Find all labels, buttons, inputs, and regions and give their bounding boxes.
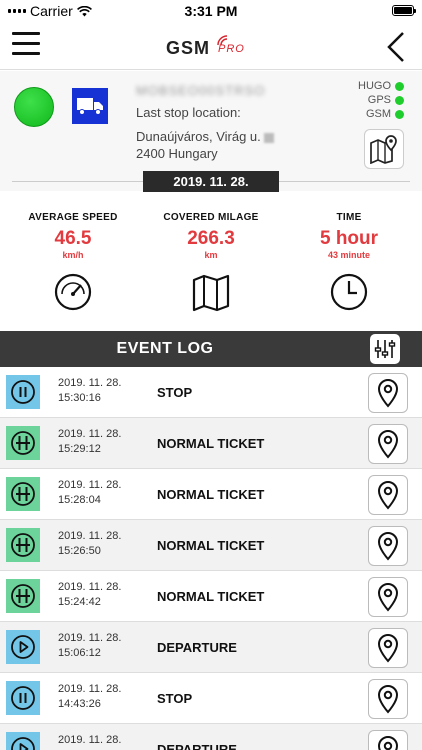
hamburger-icon [12, 32, 40, 35]
event-row[interactable]: 2019. 11. 28. 15:26:50 NORMAL TICKET [0, 520, 422, 571]
clock: 3:31 PM [184, 3, 238, 19]
event-row[interactable]: 2019. 11. 28. 15:30:16 STOP [0, 367, 422, 418]
indicator-gsm: GSM [358, 107, 404, 121]
back-button[interactable] [386, 32, 406, 62]
location-pin-icon [377, 480, 399, 510]
divider-left [12, 181, 143, 182]
chevron-left-icon [387, 32, 404, 62]
nav-bar: GSM PRO [0, 22, 422, 70]
stat-label: COVERED MILAGE [163, 212, 259, 223]
location-pin-icon [377, 531, 399, 561]
event-timestamp: 2019. 11. 28. 15:26:50 [58, 530, 122, 557]
play-icon [6, 732, 40, 750]
filter-button[interactable] [370, 334, 400, 364]
location-pin-icon [377, 429, 399, 459]
map-icon [192, 274, 230, 312]
stat-label: TIME [336, 212, 362, 223]
event-log-header: EVENT LOG [0, 331, 422, 367]
map-pin-icon [370, 135, 397, 164]
battery-icon [392, 5, 416, 16]
event-location-button[interactable] [368, 577, 408, 617]
event-name: DEPARTURE [157, 640, 237, 655]
event-location-button[interactable] [368, 373, 408, 413]
event-timestamp: 2019. 11. 28. 15:29:12 [58, 428, 122, 455]
event-name: NORMAL TICKET [157, 487, 265, 502]
date-selector[interactable]: 2019. 11. 28. [143, 171, 279, 192]
stat-label: AVERAGE SPEED [28, 212, 118, 223]
event-row[interactable]: 2019. 11. 28. DEPARTURE [0, 724, 422, 750]
location-pin-icon [377, 735, 399, 750]
event-location-button[interactable] [368, 526, 408, 566]
time-stat: TIME 5 hour 43 minute [279, 212, 419, 317]
connection-indicators: HUGO GPS GSM [358, 79, 404, 121]
event-name: STOP [157, 691, 193, 706]
event-row[interactable]: 2019. 11. 28. 15:24:42 NORMAL TICKET [0, 571, 422, 622]
stat-unit: 43 minute [327, 250, 370, 260]
address-line-1: Dunaújváros, Virág u. [136, 129, 275, 144]
stat-value: 5 hour [319, 228, 379, 249]
address-line-2: 2400 Hungary [136, 146, 218, 161]
event-location-button[interactable] [368, 628, 408, 668]
logo-text: GSM [166, 38, 211, 58]
event-timestamp: 2019. 11. 28. 15:24:42 [58, 581, 122, 608]
indicator-hugo: HUGO [358, 79, 404, 93]
event-list: 2019. 11. 28. 15:30:16 STOP 2019. 11. 28.… [0, 367, 422, 750]
pause-icon [6, 681, 40, 715]
location-pin-icon [377, 582, 399, 612]
event-name: NORMAL TICKET [157, 589, 265, 604]
event-name: STOP [157, 385, 193, 400]
ticket-icon [6, 426, 40, 460]
sliders-icon [374, 340, 396, 358]
vehicle-name-redacted: MOBSEO00STRSO [136, 83, 266, 98]
event-timestamp: 2019. 11. 28. 15:30:16 [58, 377, 122, 404]
event-row[interactable]: 2019. 11. 28. 15:06:12 DEPARTURE [0, 622, 422, 673]
event-row[interactable]: 2019. 11. 28. 14:43:26 STOP [0, 673, 422, 724]
event-location-button[interactable] [368, 679, 408, 719]
menu-button[interactable] [12, 32, 40, 58]
location-pin-icon [377, 633, 399, 663]
ticket-icon [6, 579, 40, 613]
event-timestamp: 2019. 11. 28. 15:06:12 [58, 632, 122, 659]
event-timestamp: 2019. 11. 28. [58, 734, 122, 746]
last-stop-label: Last stop location: [136, 105, 241, 120]
play-icon [6, 630, 40, 664]
vehicle-status-indicator [14, 87, 54, 127]
ticket-icon [6, 528, 40, 562]
location-pin-icon [377, 378, 399, 408]
stat-unit: km/h [62, 250, 84, 260]
signal-wave-icon [217, 35, 228, 46]
truck-icon [77, 98, 103, 115]
event-location-button[interactable] [368, 475, 408, 515]
vehicle-type-badge [72, 88, 108, 124]
event-location-button[interactable] [368, 730, 408, 750]
show-on-map-button[interactable] [364, 129, 404, 169]
location-pin-icon [377, 684, 399, 714]
event-log-title: EVENT LOG [116, 340, 214, 357]
event-name: DEPARTURE [157, 742, 237, 750]
event-row[interactable]: 2019. 11. 28. 15:28:04 NORMAL TICKET [0, 469, 422, 520]
clock-icon [330, 273, 368, 311]
event-location-button[interactable] [368, 424, 408, 464]
stat-value: 266.3 [187, 228, 235, 249]
event-row[interactable]: 2019. 11. 28. 15:29:12 NORMAL TICKET [0, 418, 422, 469]
event-name: NORMAL TICKET [157, 436, 265, 451]
average-speed-stat: AVERAGE SPEED 46.5 km/h [3, 212, 143, 317]
speedometer-icon [54, 273, 92, 311]
stat-value: 46.5 [54, 228, 92, 249]
app-logo: GSM PRO [166, 34, 262, 62]
ticket-icon [6, 477, 40, 511]
stat-unit: km [204, 250, 218, 260]
event-name: NORMAL TICKET [157, 538, 265, 553]
covered-milage-stat: COVERED MILAGE 266.3 km [141, 212, 281, 317]
divider-right [279, 181, 410, 182]
event-timestamp: 2019. 11. 28. 15:28:04 [58, 479, 122, 506]
indicator-gps: GPS [358, 93, 404, 107]
status-bar: Carrier 3:31 PM [0, 0, 422, 22]
pause-icon [6, 375, 40, 409]
event-timestamp: 2019. 11. 28. 14:43:26 [58, 683, 122, 710]
